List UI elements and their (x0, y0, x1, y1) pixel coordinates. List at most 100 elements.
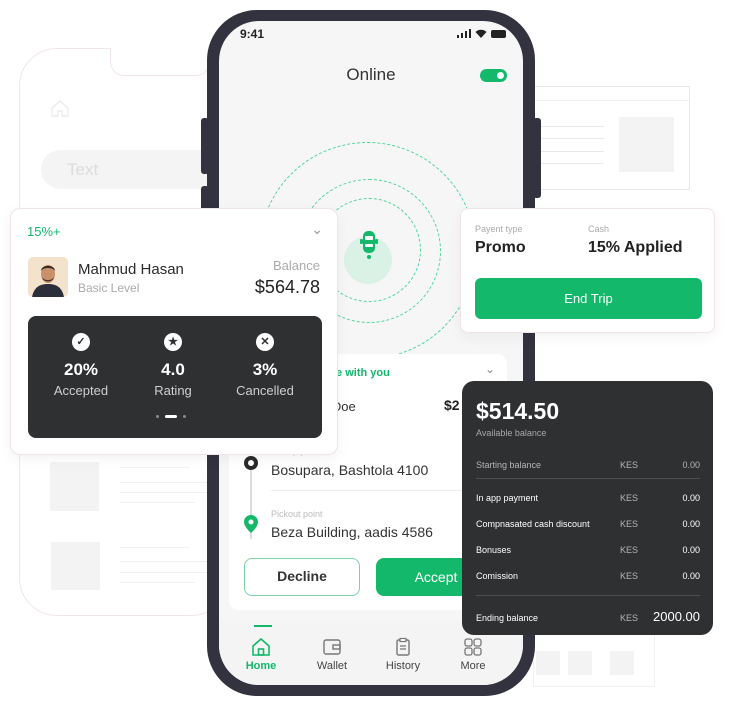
placeholder-line (534, 163, 604, 164)
row-amount: 0.00 (682, 571, 700, 581)
battery-icon (491, 29, 506, 38)
placeholder-line (120, 547, 190, 548)
signal-icon (457, 29, 471, 38)
row-amount: 0.00 (682, 519, 700, 529)
tab-more[interactable]: More (443, 637, 503, 672)
row-currency: KES (620, 613, 639, 623)
status-time: 9:41 (240, 27, 265, 41)
x-icon: ✕ (256, 333, 274, 351)
grid-icon (464, 638, 482, 656)
stat-rating: ★ 4.0 Rating (124, 333, 222, 398)
end-trip-button[interactable]: End Trip (475, 278, 702, 319)
cash-label: Cash (588, 224, 610, 234)
check-icon: ✓ (72, 333, 90, 351)
placeholder-image (50, 462, 99, 511)
chevron-down-icon[interactable]: ⌄ (311, 221, 323, 238)
row-currency: KES (620, 493, 639, 503)
stat-label: Rating (154, 383, 192, 398)
stat-label: Accepted (53, 383, 109, 398)
toggle-knob (497, 72, 504, 79)
tab-wallet[interactable]: Wallet (302, 637, 362, 672)
tab-label: Home (245, 660, 277, 672)
ride-price: $2 (444, 397, 460, 413)
placeholder-line (120, 561, 210, 562)
tab-history[interactable]: History (373, 637, 433, 672)
divider (476, 478, 700, 479)
row-label: In app payment (476, 493, 539, 503)
stats-panel: ✓ 20% Accepted ★ 4.0 Rating ✕ 3% Cancell… (28, 316, 322, 438)
chevron-down-icon[interactable]: ⌄ (485, 362, 495, 376)
balance-row: Compnasated cash discount KES 0.00 (476, 519, 700, 529)
balance-card: $514.50 Available balance Starting balan… (462, 381, 713, 635)
starting-balance-row: Starting balance KES 0.00 (476, 460, 700, 470)
stat-value: 20% (63, 360, 99, 379)
placeholder-line (120, 582, 195, 583)
row-amount: 2000.00 (653, 609, 700, 624)
stat-accepted: ✓ 20% Accepted (32, 333, 130, 398)
ending-balance-row: Ending balance KES 2000.00 (476, 609, 700, 624)
location-pin-icon (244, 515, 258, 533)
avatar (28, 257, 68, 297)
car-icon[interactable] (360, 231, 378, 259)
wifi-icon (475, 29, 487, 38)
bonus-badge: 15%+ (27, 224, 61, 239)
balance-label: Balance (273, 258, 320, 273)
pager-dot-active[interactable] (165, 415, 177, 418)
divider (271, 490, 491, 491)
placeholder-image (51, 542, 100, 590)
decline-button[interactable]: Decline (244, 558, 360, 596)
cash-value: 15% Applied (588, 239, 683, 256)
status-icons (457, 29, 507, 38)
pickup-dot-icon (244, 456, 258, 470)
dropoff-address: Beza Building, aadis 4586 (271, 524, 433, 540)
row-label: Compnasated cash discount (476, 519, 590, 529)
row-label: Bonuses (476, 545, 512, 555)
pager-dot[interactable] (156, 415, 159, 418)
pager-dot[interactable] (183, 415, 186, 418)
background-card-outline (533, 632, 655, 687)
active-tab-indicator (254, 625, 272, 627)
phone-side-button (201, 118, 209, 174)
available-balance-amount: $514.50 (476, 398, 560, 424)
row-currency: KES (620, 460, 639, 470)
row-currency: KES (620, 519, 639, 529)
payment-type-value: Promo (475, 239, 526, 256)
placeholder-line (120, 502, 195, 503)
row-amount: 0.00 (682, 460, 700, 470)
phone-side-button (533, 118, 541, 198)
page-title: Online (346, 65, 396, 84)
tab-label: More (460, 660, 486, 672)
placeholder-line (120, 572, 210, 573)
payment-card: Payent type Promo Cash 15% Applied End T… (460, 208, 715, 333)
home-icon (252, 637, 270, 656)
balance-value: $564.78 (254, 277, 320, 297)
tab-label: History (385, 660, 421, 672)
tab-label: Wallet (316, 660, 348, 672)
driver-summary-card: 15%+ ⌄ Mahmud Hasan Basic Level Balance … (10, 208, 338, 455)
row-label: Comission (476, 571, 519, 581)
row-amount: 0.00 (682, 493, 700, 503)
pickup-address: Bosupara, Bashtola 4100 (271, 462, 429, 478)
row-amount: 0.00 (682, 545, 700, 555)
placeholder-line (534, 138, 604, 139)
balance-row: In app payment KES 0.00 (476, 493, 700, 503)
placeholder-line (534, 126, 604, 127)
home-icon (51, 100, 69, 117)
background-phone-notch (110, 48, 210, 76)
online-toggle[interactable] (480, 69, 507, 82)
row-currency: KES (620, 545, 639, 555)
dropoff-label: Pickout point (271, 509, 323, 519)
tab-home[interactable]: Home (231, 637, 291, 672)
placeholder-image (610, 651, 634, 675)
placeholder-line (534, 151, 604, 152)
row-currency: KES (620, 571, 639, 581)
placeholder-line (120, 482, 210, 483)
driver-photo (28, 257, 68, 297)
balance-row: Bonuses KES 0.00 (476, 545, 700, 555)
placeholder-image (568, 651, 592, 675)
available-balance-label: Available balance (476, 428, 547, 438)
stat-label: Cancelled (236, 383, 294, 398)
placeholder-line (120, 467, 190, 468)
driver-name: Mahmud Hasan (78, 261, 184, 278)
clipboard-icon (396, 637, 410, 656)
